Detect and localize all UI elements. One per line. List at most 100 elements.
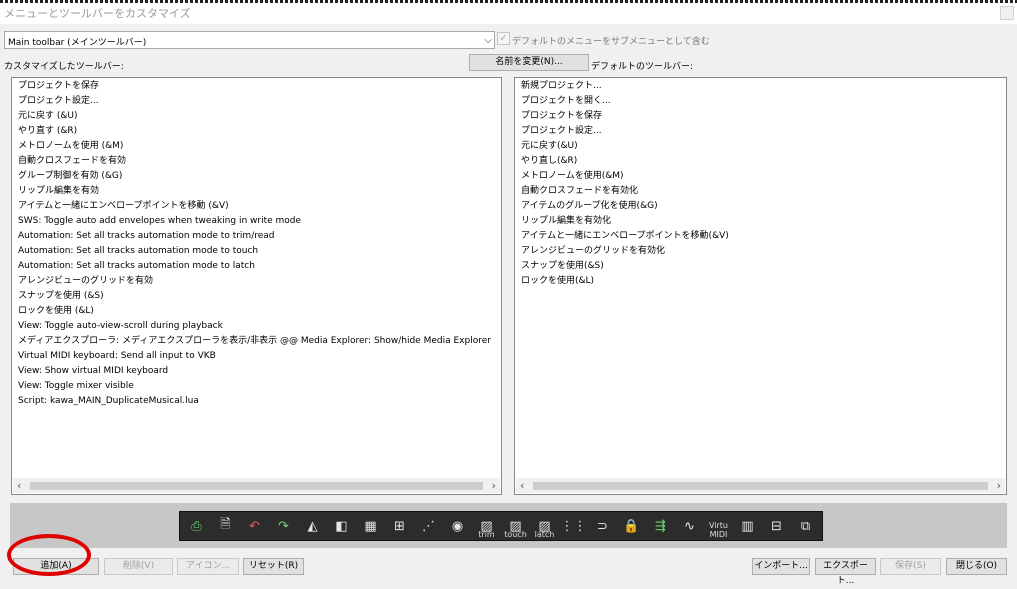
chevron-down-icon[interactable]: ⌵ bbox=[484, 35, 492, 46]
list-item[interactable]: View: Toggle auto-view-scroll during pla… bbox=[18, 319, 223, 334]
reset-button[interactable]: リセット(R) bbox=[243, 558, 304, 575]
media-explorer-icon[interactable]: ∿ bbox=[676, 513, 703, 539]
latch-icon-caption: latch bbox=[534, 530, 555, 539]
ripple-edit-icon-glyph: ⊞ bbox=[394, 518, 405, 534]
undo-icon[interactable]: ↶ bbox=[241, 513, 268, 539]
list-item[interactable]: 新規プロジェクト... bbox=[521, 79, 602, 94]
list-item[interactable]: やり直し(&R) bbox=[521, 154, 577, 169]
latch-icon[interactable]: ▨ latch bbox=[531, 513, 558, 540]
list-item[interactable]: Script: kawa_MAIN_DuplicateMusical.lua bbox=[18, 394, 199, 409]
project-settings-icon[interactable]: 🗎 bbox=[212, 513, 239, 539]
default-toolbar-list[interactable]: 新規プロジェクト... プロジェクトを開く... プロジェクトを保存 プロジェクト設定… bbox=[514, 77, 1007, 495]
close-button[interactable]: 閉じる(O) bbox=[946, 558, 1007, 575]
auto-crossfade-icon[interactable]: ◧ bbox=[328, 513, 355, 539]
list-item[interactable]: プロジェクト設定... bbox=[18, 94, 99, 109]
duplicate-musical-icon[interactable]: ⧉ bbox=[792, 513, 819, 539]
trim-icon[interactable]: ▨ trim bbox=[473, 513, 500, 540]
list-item[interactable]: View: Show virtual MIDI keyboard bbox=[18, 364, 168, 379]
include-default-label: デフォルトのメニューをサブメニューとして含む bbox=[512, 37, 710, 47]
list-item[interactable]: 自動クロスフェードを有効 bbox=[18, 154, 126, 169]
list-item[interactable]: メトロノームを使用 (&M) bbox=[18, 139, 123, 154]
customized-toolbar-list[interactable]: プロジェクトを保存 プロジェクト設定... 元に戻す (&U) やり直す (&R) メト… bbox=[11, 77, 502, 495]
list-item[interactable]: プロジェクトを保存 bbox=[521, 109, 602, 124]
list-item[interactable]: アレンジビューのグリッドを有効化 bbox=[521, 244, 665, 259]
touch-icon[interactable]: ▨ touch bbox=[502, 513, 529, 540]
scroll-left-icon[interactable]: ‹ bbox=[520, 479, 524, 492]
list-item[interactable]: View: Toggle mixer visible bbox=[18, 379, 134, 394]
auto-scroll-icon[interactable]: ⇶ bbox=[647, 513, 674, 539]
list-item[interactable]: メディアエクスプローラ: メディアエクスプローラを表示/非表示 @@ Media… bbox=[18, 334, 491, 349]
import-button[interactable]: インポート... bbox=[752, 558, 810, 575]
icon-button[interactable]: アイコン... bbox=[177, 558, 239, 575]
project-settings-icon-glyph: 🗎 bbox=[220, 517, 231, 532]
scrollbar-thumb[interactable] bbox=[533, 482, 988, 490]
auto-crossfade-icon-glyph: ◧ bbox=[335, 518, 348, 534]
list-item[interactable]: リップル編集を有効 bbox=[18, 184, 99, 199]
save-button[interactable]: 保存(S) bbox=[880, 558, 941, 575]
midi-keyboard-icon[interactable]: ▥ bbox=[734, 513, 761, 539]
default-toolbar-label: デフォルトのツールバー: bbox=[591, 62, 694, 72]
horizontal-scrollbar[interactable]: ‹ › bbox=[516, 478, 1005, 493]
grid-icon-glyph: ⋮⋮ bbox=[560, 518, 587, 534]
list-item[interactable]: スナップを使用 (&S) bbox=[18, 289, 104, 304]
export-button[interactable]: エクスポート... bbox=[815, 558, 876, 586]
envelope-move-icon-glyph: ⋰ bbox=[422, 518, 435, 534]
snap-icon-glyph: ⊃ bbox=[597, 518, 608, 534]
lock-icon[interactable]: 🔒 bbox=[618, 513, 645, 539]
envelope-move-icon[interactable]: ⋰ bbox=[415, 513, 442, 539]
redo-icon-glyph: ↷ bbox=[278, 518, 289, 534]
metronome-icon[interactable]: ◭ bbox=[299, 513, 326, 539]
list-item[interactable]: アイテムと一緒にエンベロープポイントを移動(&V) bbox=[521, 229, 729, 244]
undo-icon-glyph: ↶ bbox=[249, 518, 260, 534]
scroll-right-icon[interactable]: › bbox=[492, 479, 496, 492]
lock-icon-glyph: 🔒 bbox=[623, 518, 640, 534]
virtual-midi-send-icon[interactable]: Virtu MIDI bbox=[705, 513, 732, 539]
list-item[interactable]: 元に戻す (&U) bbox=[18, 109, 78, 124]
list-item[interactable]: Virtual MIDI keyboard: Send all input to… bbox=[18, 349, 216, 364]
list-item[interactable]: アレンジビューのグリッドを有効 bbox=[18, 274, 153, 289]
grid-icon[interactable]: ⋮⋮ bbox=[560, 513, 587, 539]
scroll-right-icon[interactable]: › bbox=[997, 479, 1001, 492]
toolbar-select[interactable]: Main toolbar (メインツールバー) ⌵ bbox=[4, 31, 495, 49]
list-item[interactable]: Automation: Set all tracks automation mo… bbox=[18, 259, 255, 274]
ripple-edit-icon[interactable]: ⊞ bbox=[386, 513, 413, 539]
horizontal-scrollbar[interactable]: ‹ › bbox=[13, 478, 500, 493]
mixer-icon[interactable]: ⊟ bbox=[763, 513, 790, 539]
snap-icon[interactable]: ⊃ bbox=[589, 513, 616, 539]
redo-icon[interactable]: ↷ bbox=[270, 513, 297, 539]
scrollbar-thumb[interactable] bbox=[30, 482, 483, 490]
list-item[interactable]: 自動クロスフェードを有効化 bbox=[521, 184, 638, 199]
list-item[interactable]: アイテムと一緒にエンベロープポイントを移動 (&V) bbox=[18, 199, 229, 214]
duplicate-musical-icon-glyph: ⧉ bbox=[800, 518, 811, 534]
list-item[interactable]: メトロノームを使用(&M) bbox=[521, 169, 624, 184]
list-item[interactable]: Automation: Set all tracks automation mo… bbox=[18, 244, 258, 259]
save-project-icon[interactable]: ⎙ bbox=[183, 513, 210, 539]
toolbar-select-value: Main toolbar (メインツールバー) bbox=[8, 38, 147, 48]
group-icon[interactable]: ▦ bbox=[357, 513, 384, 539]
rename-button[interactable]: 名前を変更(N)... bbox=[469, 54, 589, 71]
list-item[interactable]: ロックを使用 (&L) bbox=[18, 304, 94, 319]
list-item[interactable]: プロジェクトを開く... bbox=[521, 94, 611, 109]
list-item[interactable]: 元に戻す(&U) bbox=[521, 139, 578, 154]
auto-add-envelope-icon[interactable]: ◉ bbox=[444, 513, 471, 539]
delete-button[interactable]: 削除(V) bbox=[104, 558, 173, 575]
toolbar-preview: ⎙ 🗎 ↶ ↷ ◭ ◧ ▦ ⊞ ⋰ ◉ ▨ trim ▨ touch ▨ latch ⋮⋮ ⊃ 🔒 ⇶ ∿ Virtu M… bbox=[179, 511, 823, 541]
scroll-left-icon[interactable]: ‹ bbox=[17, 479, 21, 492]
window-control-button[interactable] bbox=[1000, 6, 1014, 20]
title-bar-border bbox=[0, 0, 1017, 3]
media-explorer-icon-glyph: ∿ bbox=[684, 518, 695, 534]
list-item[interactable]: プロジェクト設定... bbox=[521, 124, 602, 139]
list-item[interactable]: アイテムのグループ化を使用(&G) bbox=[521, 199, 658, 214]
include-default-checkbox[interactable]: ✓ bbox=[497, 32, 510, 45]
list-item[interactable]: プロジェクトを保存 bbox=[18, 79, 99, 94]
list-item[interactable]: リップル編集を有効化 bbox=[521, 214, 611, 229]
list-item[interactable]: SWS: Toggle auto add envelopes when twea… bbox=[18, 214, 301, 229]
list-item[interactable]: やり直す (&R) bbox=[18, 124, 77, 139]
list-item[interactable]: ロックを使用(&L) bbox=[521, 274, 594, 289]
list-item[interactable]: グループ制御を有効 (&G) bbox=[18, 169, 122, 184]
list-item[interactable]: Automation: Set all tracks automation mo… bbox=[18, 229, 275, 244]
list-item[interactable]: スナップを使用(&S) bbox=[521, 259, 604, 274]
auto-scroll-icon-glyph: ⇶ bbox=[655, 518, 666, 534]
mixer-icon-glyph: ⊟ bbox=[771, 518, 782, 534]
window-title: メニューとツールバーをカスタマイズ bbox=[4, 7, 191, 20]
